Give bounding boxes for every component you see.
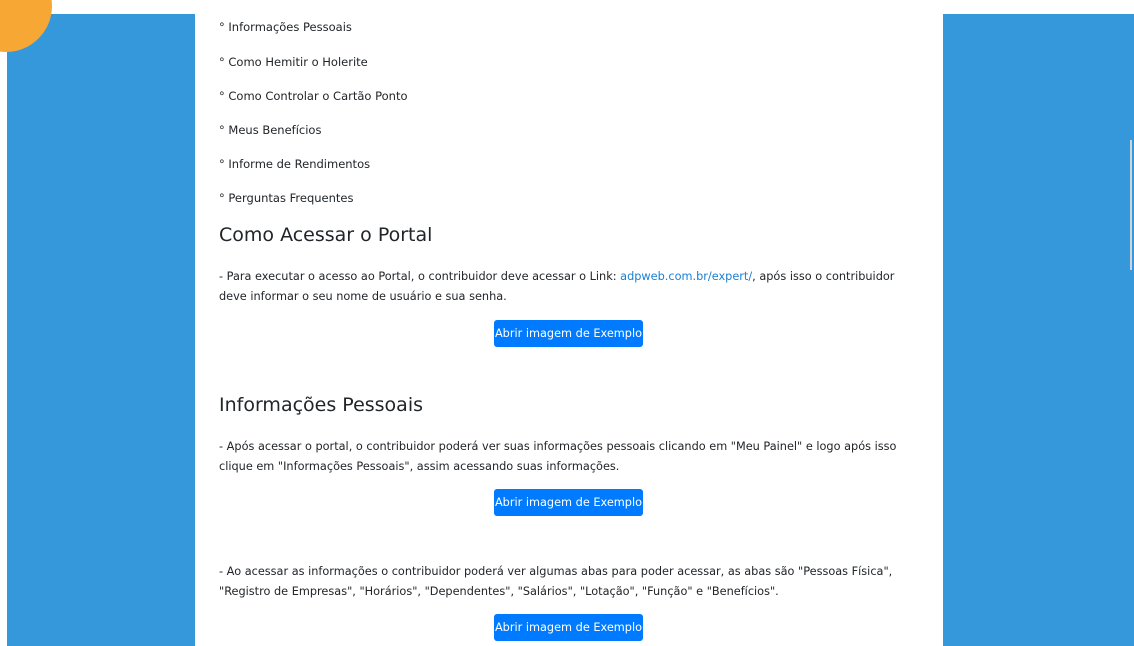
open-example-image-button[interactable]: Abrir imagem de Exemplo (494, 614, 643, 641)
left-side-panel (7, 14, 195, 646)
section-title-informacoes-pessoais: Informações Pessoais (219, 394, 423, 416)
page: ° Informações Pessoais ° Como Hemitir o … (0, 0, 1134, 646)
open-example-image-button[interactable]: Abrir imagem de Exemplo (494, 489, 643, 516)
index-item-holerite[interactable]: ° Como Hemitir o Holerite (219, 55, 368, 69)
index-item-beneficios[interactable]: ° Meus Benefícios (219, 123, 321, 137)
portal-link[interactable]: adpweb.com.br/expert/ (620, 270, 752, 283)
main-content: ° Informações Pessoais ° Como Hemitir o … (195, 0, 943, 646)
index-item-informacoes-pessoais[interactable]: ° Informações Pessoais (219, 20, 352, 34)
section-title-acessar-portal: Como Acessar o Portal (219, 224, 433, 246)
index-item-rendimentos[interactable]: ° Informe de Rendimentos (219, 157, 370, 171)
section-text-informacoes-pessoais: - Após acessar o portal, o contribuidor … (219, 440, 897, 473)
index-item-perguntas[interactable]: ° Perguntas Frequentes (219, 191, 353, 205)
scrollbar-thumb[interactable] (1130, 140, 1132, 270)
index-item-cartao-ponto[interactable]: ° Como Controlar o Cartão Ponto (219, 89, 408, 103)
right-side-panel (943, 14, 1134, 646)
section-text-acessar-portal: - Para executar o acesso ao Portal, o co… (219, 267, 919, 307)
open-example-image-button[interactable]: Abrir imagem de Exemplo (494, 320, 643, 347)
section-text-abas: - Ao acessar as informações o contribuid… (219, 565, 893, 598)
text-before-link: - Para executar o acesso ao Portal, o co… (219, 270, 621, 283)
